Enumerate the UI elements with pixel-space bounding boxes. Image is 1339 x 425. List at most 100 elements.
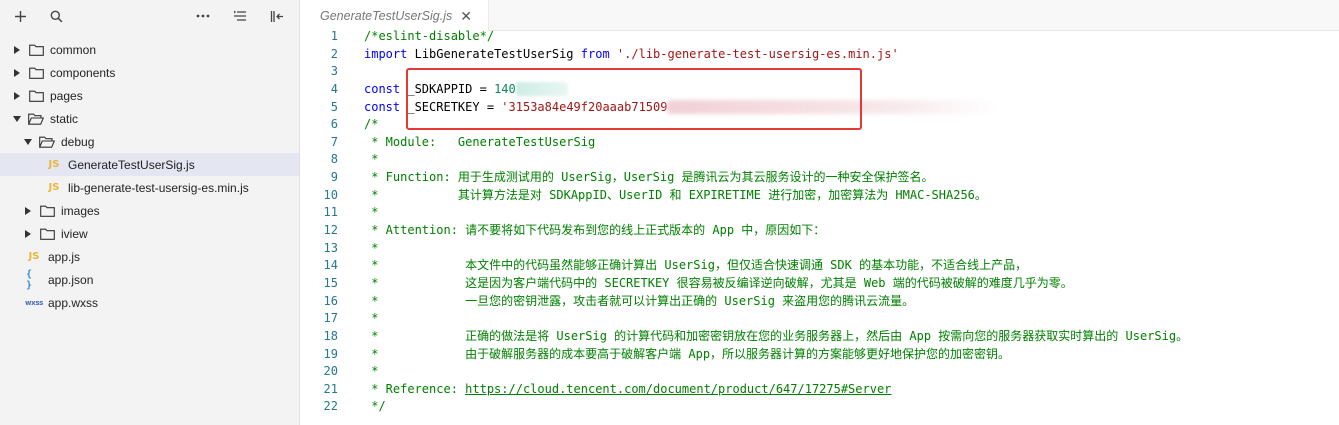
code-text: * 本文件中的代码虽然能够正确计算出 UserSig，但仅适合快速调通 SDK … <box>364 258 1028 273</box>
tree-item-lib-generate-test-usersig[interactable]: JS lib-generate-test-usersig-es.min.js <box>0 176 299 199</box>
code-text: * 这是因为客户端代码中的 SECRETKEY 很容易被反编译逆向破解，尤其是 … <box>364 275 1073 290</box>
keyword: const <box>364 81 401 96</box>
tree-item-label: components <box>50 65 116 80</box>
folder-icon <box>28 89 44 103</box>
highlight-box <box>406 68 862 130</box>
code-text: * 由于破解服务器的成本要高于破解客户端 App，所以服务器计算的方案能够更好地… <box>364 346 1011 361</box>
code-line: 16 * 一旦您的密钥泄露，攻击者就可以计算出正确的 UserSig 来盗用您的… <box>301 293 1339 311</box>
tree-item-label: app.json <box>48 272 94 287</box>
code-line: 9 * Function: 用于生成测试用的 UserSig，UserSig 是… <box>301 169 1339 187</box>
file-tree: common components pages static debug JS <box>0 38 299 314</box>
line-number: 10 <box>323 187 338 202</box>
tree-item-app-js[interactable]: JS app.js <box>0 245 299 268</box>
folder-icon <box>28 43 44 57</box>
chevron-right-icon[interactable] <box>12 91 22 101</box>
code-text: * Module: GenerateTestUserSig <box>364 134 596 149</box>
tree-item-static[interactable]: static <box>0 107 299 130</box>
code-text: * 其计算方法是对 SDKAppID、UserID 和 EXPIRETIME 进… <box>364 187 987 202</box>
string-literal: './lib-generate-test-usersig-es.min.js' <box>616 46 899 61</box>
line-number: 11 <box>323 205 338 220</box>
explorer-toolbar <box>0 0 299 32</box>
editor-tab-bar: GenerateTestUserSig.js ✕ <box>301 0 1339 31</box>
chevron-right-icon[interactable] <box>12 45 22 55</box>
panel-collapse-icon[interactable] <box>267 6 287 26</box>
tree-item-app-json[interactable]: { } app.json <box>0 268 299 291</box>
code-text: * 正确的做法是将 UserSig 的计算代码和加密密钥放在您的业务服务器上，然… <box>364 328 1189 343</box>
line-number: 13 <box>323 240 338 255</box>
code-text: /*eslint-disable*/ <box>364 29 495 43</box>
ellipsis-icon[interactable] <box>193 6 213 26</box>
code-line: 22 */ <box>301 398 1339 416</box>
code-line: 17 * <box>301 310 1339 328</box>
search-icon[interactable] <box>46 6 66 26</box>
line-number: 14 <box>323 258 338 273</box>
code-line: 21 * Reference: https://cloud.tencent.co… <box>301 381 1339 399</box>
folder-icon <box>39 204 55 218</box>
code-text: /* <box>364 117 379 132</box>
chevron-right-icon[interactable] <box>23 229 33 239</box>
code-line: 14 * 本文件中的代码虽然能够正确计算出 UserSig，但仅适合快速调通 S… <box>301 257 1339 275</box>
code-editor[interactable]: GenerateTestUserSig.js ✕ 1 /*eslint-disab… <box>301 0 1339 425</box>
code-line: 20 * <box>301 363 1339 381</box>
collapse-list-icon[interactable] <box>230 6 250 26</box>
code-line: 2 import LibGenerateTestUserSig from './l… <box>301 46 1339 64</box>
line-number: 18 <box>323 328 338 343</box>
tree-item-label: app.wxss <box>48 295 99 310</box>
javascript-file-icon: JS <box>48 182 60 193</box>
line-number: 5 <box>330 99 338 114</box>
tree-item-components[interactable]: components <box>0 61 299 84</box>
folder-open-icon <box>28 112 44 126</box>
javascript-file-icon: JS <box>48 159 60 170</box>
plus-icon[interactable] <box>10 6 30 26</box>
keyword: import <box>364 46 408 61</box>
code-text: * <box>364 240 379 255</box>
keyword: const <box>364 99 401 114</box>
code-line: 10 * 其计算方法是对 SDKAppID、UserID 和 EXPIRETIM… <box>301 187 1339 205</box>
line-number: 17 <box>323 311 338 326</box>
folder-icon <box>39 227 55 241</box>
tree-item-label: static <box>50 111 79 126</box>
tree-item-pages[interactable]: pages <box>0 84 299 107</box>
tree-item-images[interactable]: images <box>0 199 299 222</box>
code-text: * Function: 用于生成测试用的 UserSig，UserSig 是腾讯… <box>364 170 934 185</box>
line-number: 15 <box>323 275 338 290</box>
code-line: 15 * 这是因为客户端代码中的 SECRETKEY 很容易被反编译逆向破解，尤… <box>301 275 1339 293</box>
code-line: 13 * <box>301 240 1339 258</box>
code-line: 1 /*eslint-disable*/ <box>301 28 1339 46</box>
line-number: 22 <box>323 399 338 414</box>
close-icon[interactable]: ✕ <box>460 9 472 23</box>
line-number: 8 <box>330 152 338 167</box>
line-number: 19 <box>323 346 338 361</box>
line-number: 21 <box>323 381 338 396</box>
code-text: * <box>364 311 379 326</box>
code-line: 19 * 由于破解服务器的成本要高于破解客户端 App，所以服务器计算的方案能够… <box>301 346 1339 364</box>
code-text: * <box>364 364 379 379</box>
tree-item-common[interactable]: common <box>0 38 299 61</box>
tree-item-label: app.js <box>48 249 81 264</box>
line-number: 20 <box>323 364 338 379</box>
chevron-right-icon[interactable] <box>23 206 33 216</box>
line-number: 16 <box>323 293 338 308</box>
chevron-right-icon[interactable] <box>12 68 22 78</box>
line-number: 12 <box>323 223 338 238</box>
chevron-down-icon[interactable] <box>12 114 22 124</box>
tree-item-label: debug <box>61 134 95 149</box>
code-line: 18 * 正确的做法是将 UserSig 的计算代码和加密密钥放在您的业务服务器… <box>301 328 1339 346</box>
tree-item-label: GenerateTestUserSig.js <box>68 157 195 172</box>
tab-generatetestusersig-js[interactable]: GenerateTestUserSig.js ✕ <box>301 0 489 31</box>
reference-link[interactable]: https://cloud.tencent.com/document/produ… <box>465 382 891 396</box>
tree-item-iview[interactable]: iview <box>0 222 299 245</box>
file-explorer: common components pages static debug JS <box>0 0 300 425</box>
tab-label: GenerateTestUserSig.js <box>320 8 453 23</box>
folder-icon <box>28 66 44 80</box>
javascript-file-icon: JS <box>28 251 40 262</box>
tree-item-app-wxss[interactable]: wxss app.wxss <box>0 291 299 314</box>
tree-item-debug[interactable]: debug <box>0 130 299 153</box>
json-file-icon: { } <box>26 268 33 291</box>
tree-item-generatetestusersig-js[interactable]: JS GenerateTestUserSig.js <box>0 153 299 176</box>
code-line: 11 * <box>301 204 1339 222</box>
line-number: 3 <box>330 64 338 79</box>
tree-item-label: common <box>50 42 97 57</box>
chevron-down-icon[interactable] <box>23 137 33 147</box>
tree-item-label: pages <box>50 88 83 103</box>
